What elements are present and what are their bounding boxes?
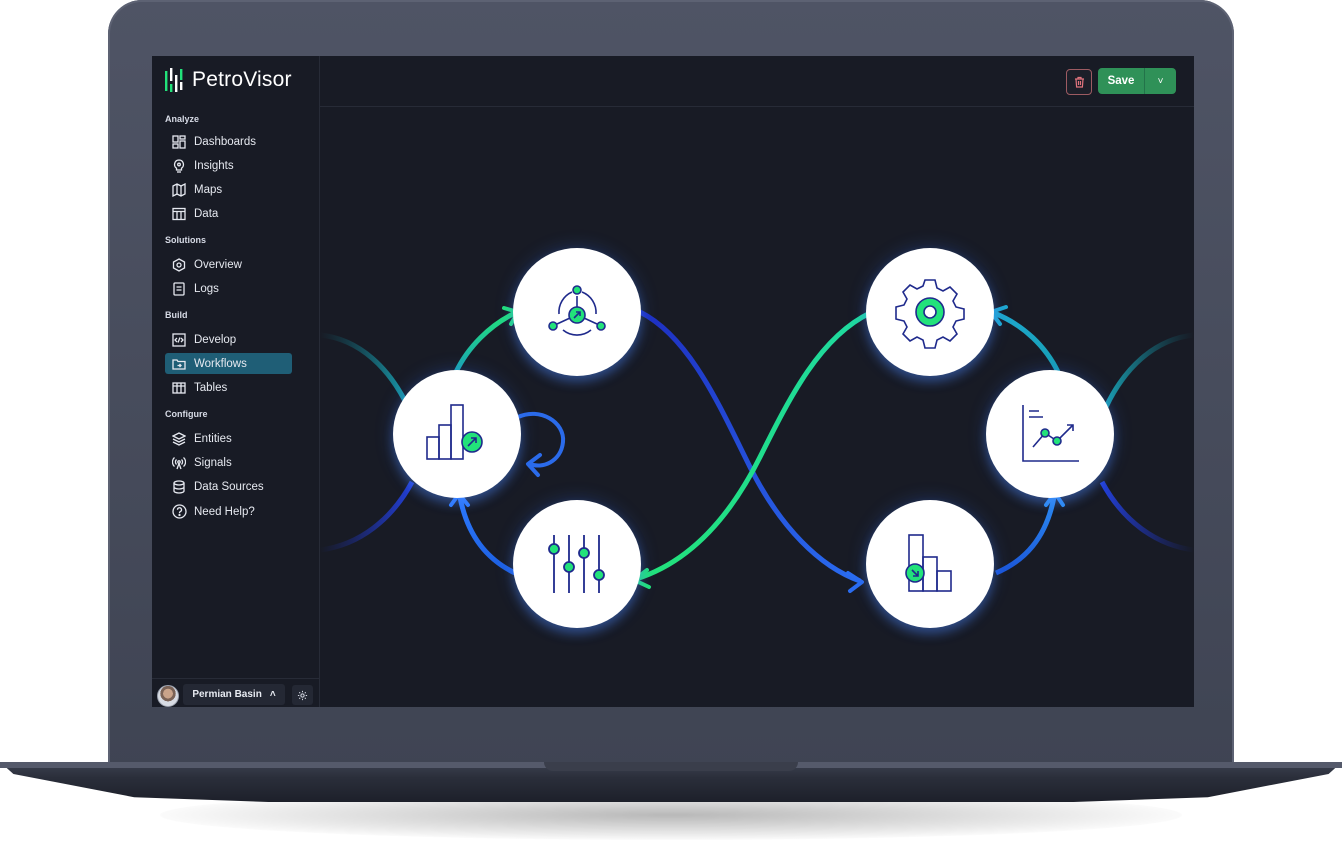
- dashboard-icon: [171, 134, 187, 150]
- help-icon: [171, 504, 187, 520]
- workflow-node-filters[interactable]: [513, 500, 641, 628]
- sidebar-item-label: Data Sources: [194, 480, 264, 493]
- sidebar-item-entities[interactable]: Entities: [165, 428, 292, 449]
- workspace-selector[interactable]: Permian Basin ˄: [183, 684, 285, 705]
- sidebar-item-insights[interactable]: Insights: [165, 155, 292, 176]
- sidebar-item-label: Maps: [194, 183, 223, 196]
- map-icon: [171, 182, 187, 198]
- logo[interactable]: PetroVisor: [164, 66, 292, 94]
- code-icon: [171, 332, 187, 348]
- chevron-up-icon: ˄: [269, 689, 276, 700]
- gear-icon: [297, 690, 308, 700]
- hexagon-icon: [171, 257, 187, 273]
- sidebar-item-data-sources[interactable]: Data Sources: [165, 476, 292, 497]
- avatar[interactable]: [157, 685, 179, 707]
- sidebar-item-label: Dashboards: [194, 135, 257, 148]
- section-build: Build: [165, 310, 188, 320]
- workflow-icon: [171, 356, 187, 372]
- app-screen: PetroVisor Analyze Dashboards Insights M…: [152, 56, 1194, 707]
- sidebar-item-label: Overview: [194, 258, 242, 271]
- section-solutions: Solutions: [165, 235, 206, 245]
- sidebar-item-data[interactable]: Data: [165, 203, 292, 224]
- sidebar-footer: Permian Basin ˄: [152, 678, 319, 707]
- chevron-down-icon: ˅: [1157, 75, 1164, 87]
- sidebar-item-label: Tables: [194, 381, 228, 394]
- sidebar-item-logs[interactable]: Logs: [165, 278, 292, 299]
- sidebar-item-workflows[interactable]: Workflows: [165, 353, 292, 374]
- section-analyze: Analyze: [165, 114, 200, 124]
- line-chart-icon: [1022, 405, 1079, 462]
- save-dropdown-button[interactable]: ˅: [1144, 68, 1176, 94]
- sidebar-item-label: Signals: [194, 456, 232, 469]
- sidebar: PetroVisor Analyze Dashboards Insights M…: [152, 56, 320, 707]
- sidebar-item-dashboards[interactable]: Dashboards: [165, 131, 292, 152]
- table-icon: [171, 206, 187, 222]
- sidebar-item-label: Logs: [194, 282, 219, 295]
- antenna-icon: [171, 455, 187, 471]
- top-toolbar: Save ˅: [320, 56, 1194, 107]
- sliders-icon: [548, 535, 605, 593]
- sidebar-item-label: Insights: [194, 159, 234, 172]
- workflow-node-settings[interactable]: [866, 248, 994, 376]
- database-icon: [171, 479, 187, 495]
- delete-button[interactable]: [1066, 69, 1092, 95]
- lightbulb-icon: [171, 158, 187, 174]
- columns-icon: [171, 380, 187, 396]
- save-button-group: Save ˅: [1098, 68, 1176, 94]
- network-icon: [548, 285, 606, 336]
- workflow-node-analytics[interactable]: [393, 370, 521, 498]
- sidebar-item-overview[interactable]: Overview: [165, 254, 292, 275]
- workflow-node-trend[interactable]: [986, 370, 1114, 498]
- sidebar-item-label: Develop: [194, 333, 237, 346]
- workflow-node-network[interactable]: [513, 248, 641, 376]
- settings-button[interactable]: [292, 685, 313, 705]
- sidebar-item-maps[interactable]: Maps: [165, 179, 292, 200]
- sidebar-item-develop[interactable]: Develop: [165, 329, 292, 350]
- laptop-notch: [544, 762, 798, 771]
- bar-chart-down-icon: [905, 534, 952, 592]
- save-button[interactable]: Save: [1098, 68, 1144, 94]
- log-icon: [171, 281, 187, 297]
- workspace-name: Permian Basin: [192, 689, 262, 700]
- section-configure: Configure: [165, 409, 208, 419]
- petrovisor-logo-icon: [165, 68, 183, 92]
- workflow-node-results[interactable]: [866, 500, 994, 628]
- gear-icon: [895, 279, 965, 349]
- sidebar-item-signals[interactable]: Signals: [165, 452, 292, 473]
- bar-chart-up-icon: [426, 404, 483, 460]
- sidebar-item-need-help[interactable]: Need Help?: [165, 501, 292, 522]
- trash-icon: [1074, 76, 1084, 88]
- sidebar-item-tables[interactable]: Tables: [165, 377, 292, 398]
- sidebar-item-label: Data: [194, 207, 219, 220]
- layers-icon: [171, 431, 187, 447]
- workflow-canvas: [320, 107, 1194, 707]
- sidebar-item-label: Workflows: [194, 357, 247, 370]
- brand-name: PetroVisor: [192, 68, 292, 91]
- sidebar-item-label: Need Help?: [194, 505, 255, 518]
- sidebar-item-label: Entities: [194, 432, 232, 445]
